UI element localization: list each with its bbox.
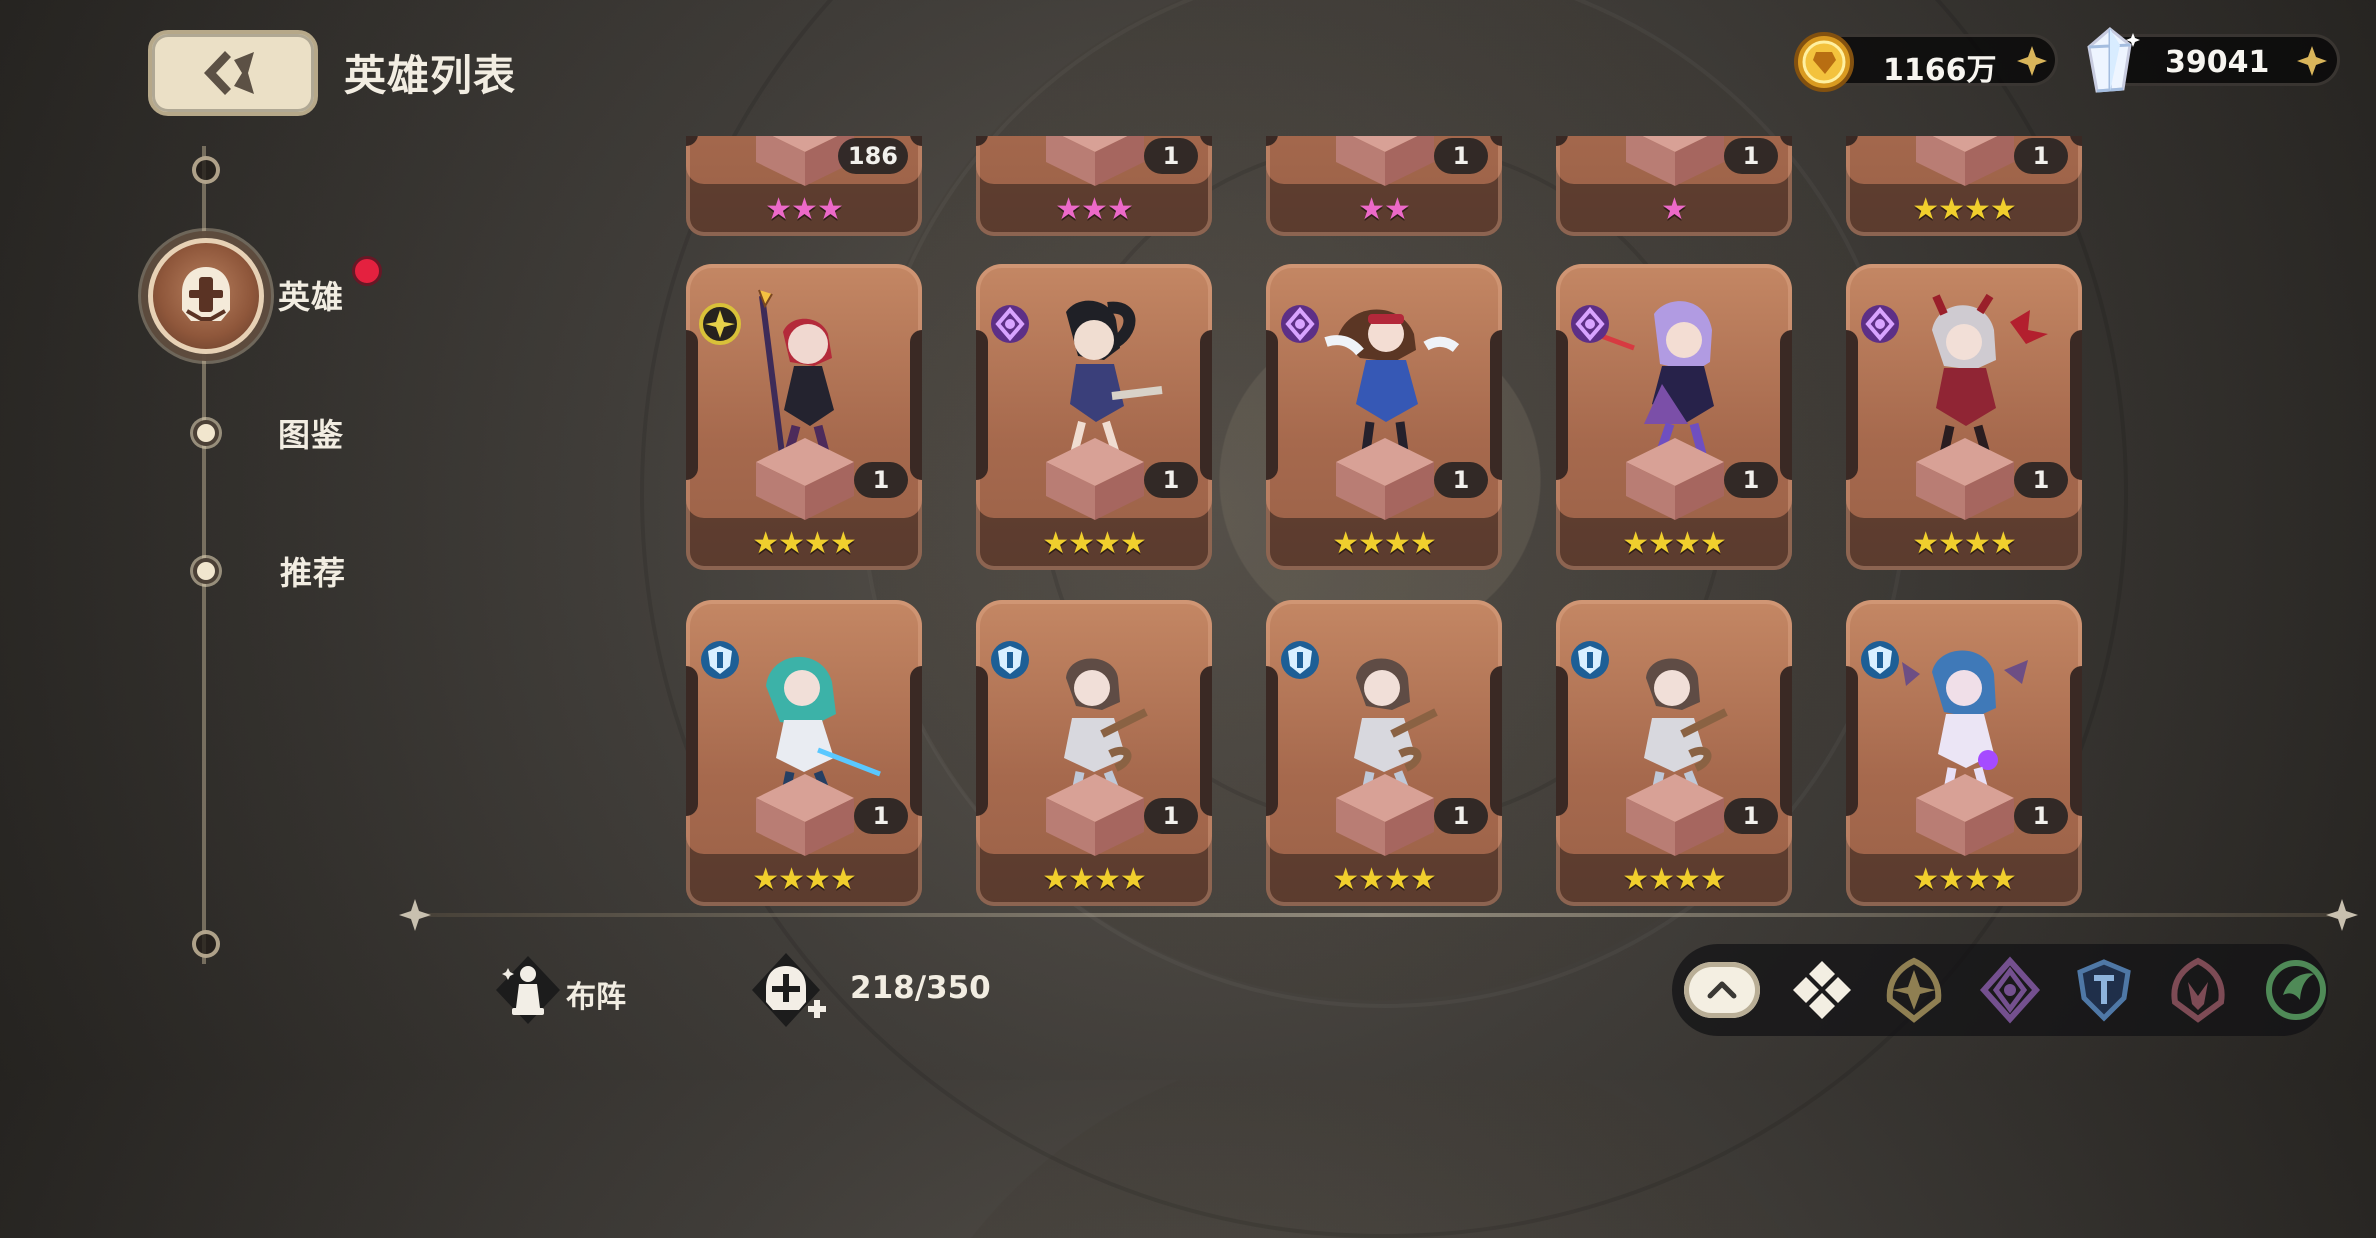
chevron-up-icon [1707, 981, 1737, 999]
defense-class-icon [1861, 641, 1899, 679]
hero-card[interactable]: 1 ★★★★ [686, 264, 922, 570]
hero-card[interactable]: 1 ★★★★ [976, 600, 1212, 906]
pedestal-icon [1336, 136, 1434, 186]
level-badge: 1 [854, 462, 908, 498]
attack-class-icon [699, 303, 741, 345]
level-badge: 1 [1724, 462, 1778, 498]
crystal-gem-icon [2087, 27, 2140, 93]
hero-card[interactable]: 1 ★★★★ [1556, 264, 1792, 570]
sidebar-item-label[interactable]: 推荐 [280, 548, 346, 594]
hero-card[interactable]: 1 ★★★★ [686, 600, 922, 906]
star-rating: ★★★ [765, 192, 844, 227]
divider-star-icon [2326, 899, 2358, 931]
attack-class-filter-icon[interactable] [1880, 956, 1948, 1024]
star-rating: ★★★★ [1912, 192, 2017, 227]
timeline-dot [193, 420, 219, 446]
notification-dot [352, 256, 382, 286]
gem-amount: 39041 [2165, 45, 2270, 80]
star-rating: ★★★★ [1332, 526, 1437, 561]
level-badge: 1 [1434, 462, 1488, 498]
star-rating: ★★★★ [752, 862, 857, 897]
mage-class-icon [991, 305, 1029, 343]
plus-icon[interactable] [2015, 44, 2049, 78]
star-rating: ★ [1661, 192, 1688, 227]
level-badge: 1 [1144, 462, 1198, 498]
hero-card[interactable]: 1 ★★★★ [1556, 600, 1792, 906]
hero-card[interactable]: 1 ★★★★ [1266, 264, 1502, 570]
defense-class-icon [701, 641, 739, 679]
timeline-ring [192, 156, 220, 184]
defense-class-filter-icon[interactable] [2070, 956, 2138, 1024]
gold-currency: 1166万 [1794, 32, 2058, 92]
plus-icon[interactable] [2295, 44, 2329, 78]
level-badge: 1 [1724, 138, 1778, 174]
bottom-divider [412, 913, 2340, 917]
star-rating: ★★★★ [1042, 526, 1147, 561]
sidebar-item-label[interactable]: 英雄 [278, 272, 344, 318]
timeline-ring [192, 930, 220, 958]
level-badge: 186 [837, 138, 908, 174]
level-badge: 1 [1434, 798, 1488, 834]
level-badge: 1 [1724, 798, 1778, 834]
mage-class-icon [1861, 305, 1899, 343]
pedestal-icon [1916, 136, 2014, 186]
star-rating: ★★★★ [1332, 862, 1437, 897]
level-badge: 1 [2014, 138, 2068, 174]
defense-class-icon [1571, 641, 1609, 679]
star-rating: ★★★★ [1622, 526, 1727, 561]
level-badge: 1 [2014, 798, 2068, 834]
pedestal-icon [1626, 136, 1724, 186]
star-rating: ★★★★ [1042, 862, 1147, 897]
star-rating: ★★★★ [1912, 862, 2017, 897]
level-badge: 1 [1434, 138, 1488, 174]
level-badge: 1 [1144, 138, 1198, 174]
hero-card-partial[interactable]: 1 ★★★★ [1846, 136, 2082, 236]
hero-card-partial[interactable]: 1 ★★ [1266, 136, 1502, 236]
gold-coin-icon [1794, 32, 1854, 92]
knight-helmet-icon [182, 267, 230, 321]
pedestal-icon [1046, 136, 1144, 186]
hero-card[interactable]: 1 ★★★★ [1266, 600, 1502, 906]
hero-capacity-icon [752, 953, 826, 1027]
star-rating: ★★★★ [752, 526, 857, 561]
page-title: 英雄列表 [344, 51, 517, 100]
formation-button-label[interactable]: 布阵 [566, 972, 626, 1016]
mage-class-icon [1281, 305, 1319, 343]
divider-star-icon [399, 899, 431, 931]
back-arrow-icon [204, 51, 254, 95]
star-rating: ★★★★ [1622, 862, 1727, 897]
sidebar-item-label[interactable]: 图鉴 [278, 410, 344, 456]
formation-chess-icon[interactable] [488, 950, 568, 1030]
sidebar-item-heroes[interactable] [148, 238, 264, 354]
mage-class-filter-icon[interactable] [1976, 956, 2044, 1024]
support-class-filter-icon[interactable] [2262, 956, 2330, 1024]
level-badge: 1 [1144, 798, 1198, 834]
assassin-class-filter-icon[interactable] [2164, 956, 2232, 1024]
hero-card-partial[interactable]: 1 ★ [1556, 136, 1792, 236]
hero-card[interactable]: 1 ★★★★ [1846, 264, 2082, 570]
hero-card[interactable]: 1 ★★★★ [1846, 600, 2082, 906]
back-button[interactable] [148, 30, 318, 116]
defense-class-icon [1281, 641, 1319, 679]
all-heroes-filter-icon[interactable] [1788, 956, 1856, 1024]
hero-capacity-count: 218/350 [850, 970, 991, 1006]
defense-class-icon [991, 641, 1029, 679]
star-rating: ★★★★ [1912, 526, 2017, 561]
gold-amount: 1166万 [1883, 53, 1997, 88]
hero-card-partial[interactable]: 1 ★★★ [976, 136, 1212, 236]
mage-class-icon [1571, 305, 1609, 343]
hero-card-partial[interactable]: 186 ★★★ [686, 136, 922, 236]
timeline-dot [193, 558, 219, 584]
star-rating: ★★ [1358, 192, 1411, 227]
gem-currency: 39041 [2087, 27, 2340, 93]
level-badge: 1 [2014, 462, 2068, 498]
collapse-filter-button[interactable] [1684, 962, 1760, 1018]
star-rating: ★★★ [1055, 192, 1134, 227]
level-badge: 1 [854, 798, 908, 834]
hero-card[interactable]: 1 ★★★★ [976, 264, 1212, 570]
